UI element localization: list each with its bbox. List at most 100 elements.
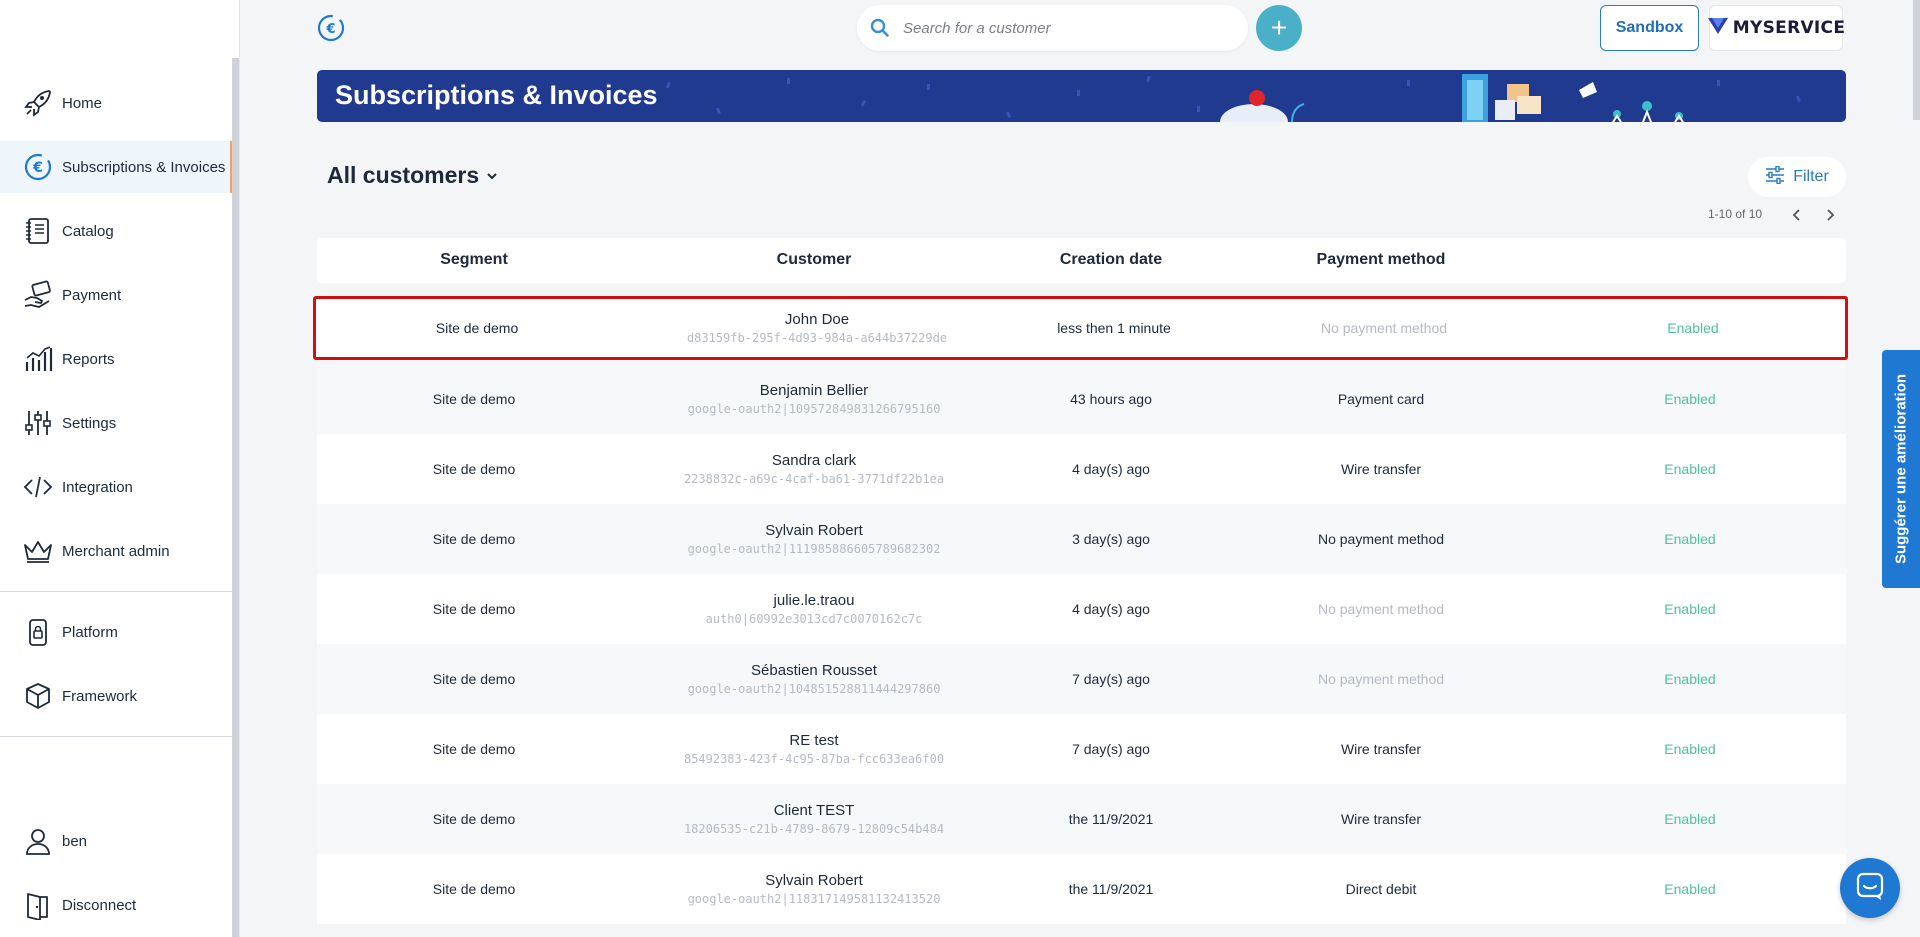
status-badge: Enabled bbox=[1664, 391, 1716, 407]
table-row[interactable]: Site de demo John Doe d83159fb-295f-4d93-9… bbox=[313, 296, 1848, 360]
sidebar-item-label: Integration bbox=[62, 478, 133, 496]
sidebar-item-catalog[interactable]: Catalog bbox=[0, 205, 233, 257]
sidebar-item-label: Framework bbox=[62, 687, 138, 705]
status-badge: Enabled bbox=[1664, 811, 1716, 827]
table-row[interactable]: Site de demo Sylvain Robert google-oauth2|… bbox=[317, 854, 1846, 924]
chat-button[interactable] bbox=[1840, 858, 1900, 918]
table-header: Segment Customer Creation date Payment m… bbox=[317, 238, 1846, 283]
sidebar-item-label: Payment bbox=[62, 286, 122, 304]
sidebar-item-settings[interactable]: Settings bbox=[0, 397, 233, 449]
code-icon bbox=[20, 469, 56, 505]
customer-id: d83159fb-295f-4d93-984a-a644b37229de bbox=[686, 331, 948, 345]
sidebar-item-label: Subscriptions & Invoices bbox=[62, 158, 226, 176]
app-logo-icon[interactable]: € bbox=[316, 13, 346, 43]
payment-method-cell: Direct debit bbox=[1345, 881, 1417, 897]
sidebar-item-label: Reports bbox=[62, 350, 115, 368]
filter-button[interactable]: Filter bbox=[1748, 157, 1846, 197]
column-header-customer[interactable]: Customer bbox=[777, 251, 852, 269]
creation-date-cell: the 11/9/2021 bbox=[1068, 881, 1154, 897]
table-row[interactable]: Site de demo Benjamin Bellier google-oauth… bbox=[317, 364, 1846, 434]
payment-method-cell: No payment method bbox=[1320, 320, 1448, 336]
sidebar-item-label: Platform bbox=[62, 623, 118, 641]
feedback-tab[interactable]: Suggérer une amélioration bbox=[1882, 350, 1920, 588]
segment-cell: Site de demo bbox=[432, 461, 516, 477]
sidebar-item-platform[interactable]: Platform bbox=[0, 606, 233, 658]
sidebar-item-label: Merchant admin bbox=[62, 542, 170, 560]
table-row[interactable]: Site de demo Client TEST 18206535-c21b-478… bbox=[317, 784, 1846, 854]
brand-logo-icon bbox=[1707, 16, 1729, 41]
creation-date-cell: 43 hours ago bbox=[1070, 391, 1152, 407]
sidebar-item-user[interactable]: ben bbox=[0, 815, 233, 867]
status-badge: Enabled bbox=[1664, 881, 1716, 897]
sidebar-item-integration[interactable]: Integration bbox=[0, 461, 233, 513]
sidebar-item-label: ben bbox=[62, 832, 88, 850]
customer-id: 18206535-c21b-4789-8679-12809c54b484 bbox=[683, 822, 945, 836]
table-row[interactable]: Site de demo Sylvain Robert google-oauth2|… bbox=[317, 504, 1846, 574]
sandbox-button[interactable]: Sandbox bbox=[1600, 5, 1699, 51]
sidebar-item-label: Home bbox=[62, 94, 103, 112]
payment-method-cell: No payment method bbox=[1317, 671, 1445, 687]
sidebar-item-framework[interactable]: Framework bbox=[0, 670, 233, 722]
chevron-left-icon bbox=[1792, 209, 1800, 221]
table-row[interactable]: Site de demo Sandra clark 2238832c-a69c-4c… bbox=[317, 434, 1846, 504]
customer-name: Sébastien Rousset bbox=[751, 662, 877, 679]
table-row[interactable]: Site de demo Sébastien Rousset google-oaut… bbox=[317, 644, 1846, 714]
previous-page-button[interactable] bbox=[1787, 205, 1807, 225]
sidebar-item-reports[interactable]: Reports bbox=[0, 333, 233, 385]
customer-id: google-oauth2|118317149581132413520 bbox=[687, 892, 941, 906]
next-page-button[interactable] bbox=[1820, 205, 1840, 225]
page-scrollbar[interactable] bbox=[1913, 0, 1920, 120]
payment-method-cell: Wire transfer bbox=[1340, 461, 1422, 477]
sidebar-item-subscriptions[interactable]: € Subscriptions & Invoices bbox=[0, 141, 233, 193]
status-badge: Enabled bbox=[1664, 601, 1716, 617]
segment-cell: Site de demo bbox=[432, 881, 516, 897]
add-customer-button[interactable]: + bbox=[1256, 5, 1302, 51]
search-input[interactable] bbox=[903, 19, 1223, 37]
creation-date-cell: 4 day(s) ago bbox=[1072, 601, 1150, 617]
table-row[interactable]: Site de demo RE test 85492383-423f-4c95-87… bbox=[317, 714, 1846, 784]
chart-icon bbox=[20, 341, 56, 377]
creation-date-cell: 7 day(s) ago bbox=[1072, 671, 1150, 687]
sliders-icon bbox=[20, 405, 56, 441]
creation-date-cell: 3 day(s) ago bbox=[1072, 531, 1150, 547]
customer-id: google-oauth2|109572849831266795160 bbox=[687, 402, 941, 416]
customer-name: John Doe bbox=[784, 311, 850, 328]
brand-switcher-button[interactable]: MYSERVICE bbox=[1707, 5, 1846, 51]
pagination-range: 1-10 of 10 bbox=[1708, 207, 1763, 221]
status-badge: Enabled bbox=[1664, 531, 1716, 547]
customer-id: 85492383-423f-4c95-87ba-fcc633ea6f00 bbox=[683, 752, 945, 766]
column-header-creation-date[interactable]: Creation date bbox=[1060, 251, 1162, 269]
sidebar-item-merchant-admin[interactable]: Merchant admin bbox=[0, 525, 233, 577]
customer-cell: Sylvain Robert google-oauth2|111985886605… bbox=[688, 522, 941, 556]
feedback-label: Suggérer une amélioration bbox=[1892, 373, 1910, 565]
sidebar-item-disconnect[interactable]: Disconnect bbox=[0, 879, 233, 931]
customer-name: Sylvain Robert bbox=[765, 522, 863, 539]
brand-name: MYSERVICE bbox=[1732, 18, 1846, 38]
segment-cell: Site de demo bbox=[432, 811, 516, 827]
sidebar-item-home[interactable]: Home bbox=[0, 77, 233, 129]
chat-icon bbox=[1855, 871, 1885, 906]
filter-label: Filter bbox=[1793, 168, 1829, 185]
status-badge: Enabled bbox=[1664, 461, 1716, 477]
sidebar-item-label: Settings bbox=[62, 414, 117, 432]
segment-cell: Site de demo bbox=[432, 601, 516, 617]
table-row[interactable]: Site de demo julie.le.traou auth0|60992e30… bbox=[317, 574, 1846, 644]
column-header-segment[interactable]: Segment bbox=[440, 251, 508, 269]
column-header-payment-method[interactable]: Payment method bbox=[1317, 251, 1446, 269]
sidebar-item-payment[interactable]: Payment bbox=[0, 269, 233, 321]
sidebar-scrollbar[interactable] bbox=[232, 58, 239, 937]
status-badge: Enabled bbox=[1664, 741, 1716, 757]
status-badge: Enabled bbox=[1667, 320, 1719, 336]
customer-name: Client TEST bbox=[773, 802, 855, 819]
payment-method-cell: Wire transfer bbox=[1340, 811, 1422, 827]
sidebar-divider bbox=[0, 591, 236, 592]
door-icon bbox=[20, 887, 56, 923]
box-icon bbox=[20, 678, 56, 714]
sidebar: Home € Subscriptions & Invoices Catalog … bbox=[0, 0, 240, 937]
customer-name: RE test bbox=[789, 732, 839, 749]
customer-name: julie.le.traou bbox=[773, 592, 855, 609]
sidebar-item-label: Catalog bbox=[62, 222, 114, 240]
segment-cell: Site de demo bbox=[432, 671, 516, 687]
customer-filter-dropdown[interactable]: All customers bbox=[327, 162, 499, 189]
payment-method-cell: No payment method bbox=[1317, 601, 1445, 617]
